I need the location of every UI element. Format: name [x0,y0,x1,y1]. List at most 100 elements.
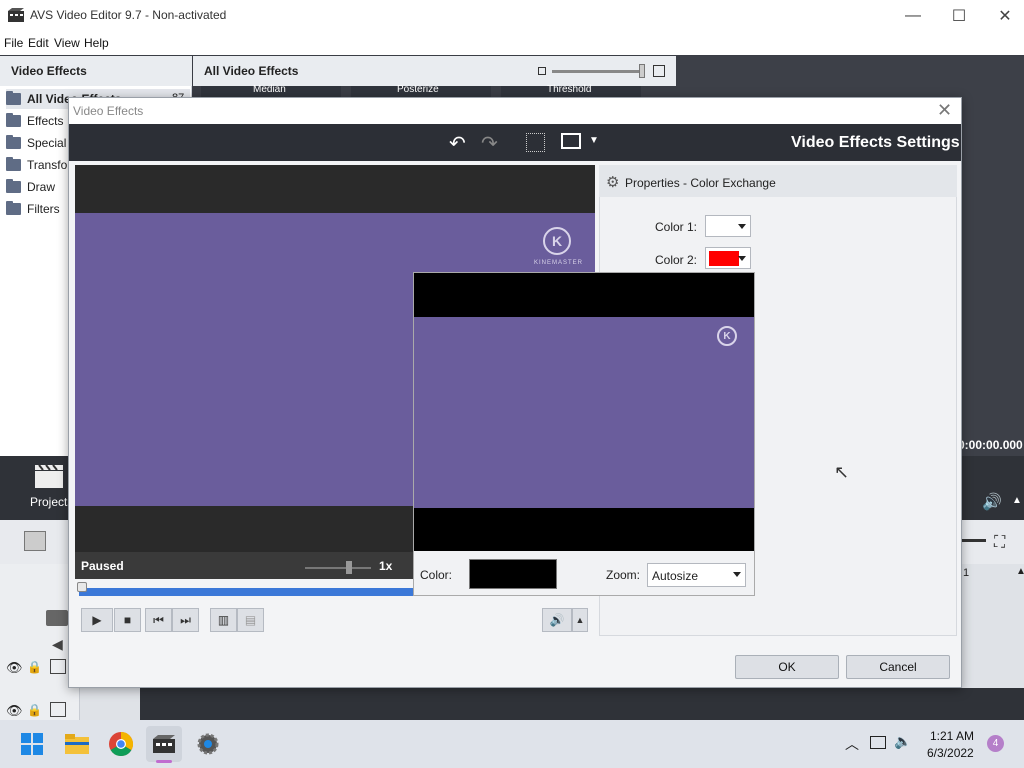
timeline-track-lane [140,688,1024,720]
clock-date[interactable]: 6/3/2022 [927,746,974,760]
speaker-icon[interactable]: 🔈 [894,733,911,750]
projects-label[interactable]: Projects [30,495,73,509]
thumb-size-slider-handle[interactable] [639,64,645,78]
effect-thumb-label: Posterize [397,84,439,95]
kinemaster-logo-text: KINEMASTER [534,260,584,266]
app-logo-icon [8,8,24,22]
redo-icon[interactable]: ↷ [481,131,498,156]
effect-thumb-label: Threshold [547,84,592,95]
fit-timeline-icon[interactable]: ⛶ [994,534,1005,552]
chrome-icon[interactable] [103,726,139,762]
network-icon[interactable] [870,736,886,749]
timeline-ruler-mark: 1 [963,567,970,579]
stop-button[interactable]: ■ [114,608,141,632]
zoom-value: Autosize [652,569,699,583]
monitor-dropdown-icon[interactable]: ▼ [589,135,599,146]
settings-gear-icon[interactable] [190,726,226,762]
volume-menu-icon[interactable]: ▲ [1012,495,1022,506]
storyboard-icon[interactable] [24,531,46,551]
dialog-title: Video Effects [73,104,144,118]
chevron-down-icon [733,572,741,577]
volume-button[interactable]: 🔊 [542,608,572,632]
video-effects-dialog: Video Effects ✕ ↶ ↷ ▼ Video Effects Sett… [68,97,962,688]
clapperboard-icon[interactable] [34,463,64,489]
menu-bar: File Edit View Help f t ▶ [0,31,1024,84]
dialog-close-icon[interactable]: ✕ [937,100,952,121]
maximize-button[interactable]: ☐ [936,0,982,31]
chevron-down-icon [738,224,746,229]
category-label: Draw [27,180,56,194]
notification-badge[interactable]: 4 [987,735,1004,752]
color2-picker[interactable] [705,247,751,269]
menu-help[interactable]: Help [84,36,109,50]
category-label: Filters [27,202,60,216]
overlay-track-icon [50,702,66,717]
picked-color-swatch [469,559,557,589]
dialog-titlebar: Video Effects ✕ [69,98,961,124]
compare-view-button[interactable]: ▤ [237,608,264,632]
seek-handle[interactable] [77,582,87,592]
eye-icon[interactable]: 👁 [6,703,23,719]
volume-dropdown-icon[interactable]: ▲ [572,608,588,632]
timeline-zoom-slider[interactable] [962,539,986,542]
film-icon [46,610,68,626]
properties-title: Properties - Color Exchange [625,176,776,190]
effect-thumb-threshold[interactable]: Threshold [501,84,641,97]
effects-panel-header: Video Effects [0,56,192,86]
app-title: AVS Video Editor 9.7 - Non-activated [30,8,227,22]
effect-thumb-posterize[interactable]: Posterize [351,84,491,97]
speed-slider[interactable] [305,567,371,569]
thumb-size-slider[interactable] [552,70,644,73]
next-frame-button[interactable]: ⏭ [172,608,199,632]
gallery-title: All Video Effects [204,64,299,78]
split-view-button[interactable]: ▥ [210,608,237,632]
color2-swatch [709,251,739,266]
folder-icon [6,113,21,127]
windows-start-icon[interactable] [14,726,50,762]
menu-file[interactable]: File [4,36,23,50]
audio-track-icon: ◀ [52,636,63,652]
speed-slider-handle[interactable] [346,561,352,574]
folder-icon [6,201,21,215]
category-label: Effects [27,114,64,128]
monitor-icon[interactable] [561,133,581,149]
popup-letterbox-top [414,273,754,317]
popup-letterbox-bottom [414,508,754,551]
file-explorer-icon[interactable] [59,726,95,762]
tray-overflow-chevron-icon[interactable]: ︿ [845,734,859,754]
avs-video-editor-icon[interactable] [146,726,182,762]
mouse-cursor: ↖ [834,462,850,482]
menu-view[interactable]: View [54,36,80,50]
cancel-button[interactable]: Cancel [846,655,950,679]
color1-label: Color 1: [655,220,698,234]
eye-icon[interactable]: 👁 [6,660,23,676]
scroll-up-arrow[interactable]: ▲ [1016,566,1024,577]
settings-title: Video Effects Settings [791,134,960,151]
close-button[interactable]: ✕ [982,0,1024,31]
color1-picker[interactable] [705,215,751,237]
play-button[interactable]: ▶ [81,608,113,632]
menu-edit[interactable]: Edit [28,36,49,50]
zoom-label: Zoom: [606,568,641,582]
timecode-display: 0:00:00.000 [958,438,1023,452]
folder-icon [6,179,21,193]
speed-label: 1x [379,559,393,573]
lock-icon[interactable]: 🔒 [27,703,42,717]
zoom-select[interactable]: Autosize [647,563,746,587]
crop-icon[interactable] [526,133,545,152]
effect-thumb-median[interactable]: Median [201,84,341,97]
popup-video-frame[interactable]: K [414,317,754,508]
previous-frame-button[interactable]: ⏮ [145,608,172,632]
volume-icon[interactable]: 🔊 [982,492,1002,512]
ok-button[interactable]: OK [735,655,839,679]
large-thumb-icon[interactable] [653,65,665,77]
lock-icon[interactable]: 🔒 [27,660,42,674]
picked-color-label: Color: [420,568,453,582]
clock-time[interactable]: 1:21 AM [930,729,974,743]
undo-icon[interactable]: ↶ [449,131,466,156]
preview-letterbox-top [75,165,595,213]
folder-icon [6,135,21,149]
minimize-button[interactable]: — [890,0,936,31]
effect-track-icon [50,659,66,674]
small-thumb-icon[interactable] [538,67,546,75]
